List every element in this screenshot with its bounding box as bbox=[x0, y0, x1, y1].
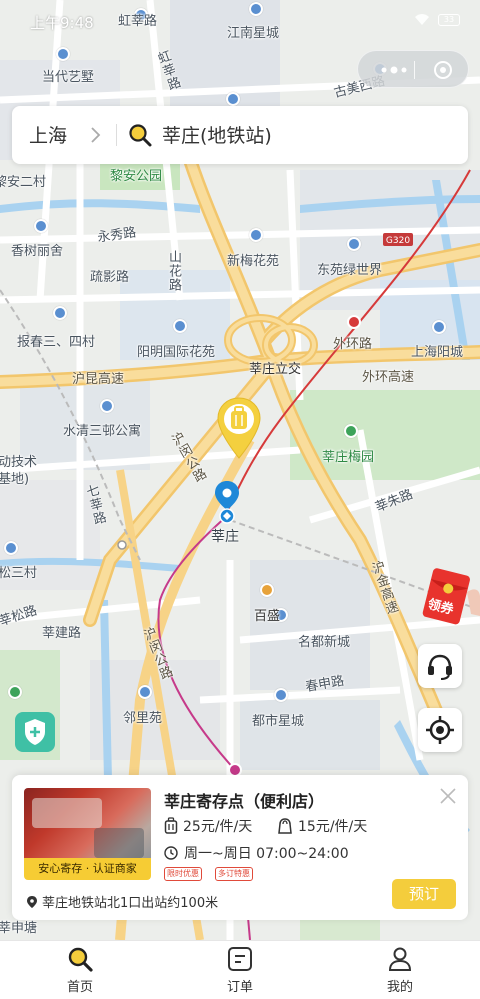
map-label: 上海阳城 bbox=[411, 345, 464, 360]
bag-price: 15元/件/天 bbox=[277, 816, 367, 836]
bag-icon bbox=[278, 818, 292, 834]
location-pin-icon[interactable] bbox=[213, 480, 241, 524]
miniprogram-capsule bbox=[357, 50, 469, 88]
map-label: 山花路 bbox=[166, 250, 181, 292]
status-bar: 上午9:48 33 bbox=[0, 0, 480, 40]
tab-mine[interactable]: 我的 bbox=[320, 941, 480, 999]
safety-button[interactable] bbox=[15, 712, 55, 752]
park-icon bbox=[344, 424, 358, 438]
mall-icon bbox=[260, 583, 274, 597]
store-title: 莘庄寄存点（便利店） bbox=[164, 792, 325, 811]
poi-icon bbox=[100, 399, 114, 413]
close-icon[interactable] bbox=[439, 787, 457, 805]
coupon-button[interactable]: 领券 bbox=[419, 566, 480, 630]
map-label: 都市星城 bbox=[252, 714, 305, 729]
poi-icon bbox=[249, 228, 263, 242]
customer-service-button[interactable] bbox=[418, 644, 462, 688]
store-address-text: 莘庄地铁站北1口出站约100米 bbox=[42, 896, 219, 911]
tab-orders-label: 订单 bbox=[226, 980, 253, 995]
poi-icon bbox=[56, 47, 70, 61]
map-label: 东苑绿世界 bbox=[317, 263, 383, 278]
map-label: 沪昆高速 bbox=[72, 372, 125, 387]
shield-plus-icon bbox=[25, 719, 45, 745]
locate-me-button[interactable] bbox=[418, 708, 462, 752]
tab-orders[interactable]: 订单 bbox=[160, 941, 320, 999]
map-label: 香树丽舍 bbox=[11, 244, 64, 259]
map-label: 疏影路 bbox=[90, 270, 130, 285]
location-icon bbox=[27, 895, 37, 908]
poi-icon bbox=[226, 92, 240, 106]
luggage-price-text: 25元/件/天 bbox=[183, 819, 253, 835]
tab-home[interactable]: 首页 bbox=[0, 941, 160, 999]
search-bar: 上海 bbox=[12, 106, 468, 164]
city-selector[interactable]: 上海 bbox=[29, 121, 67, 148]
poi-icon bbox=[347, 237, 361, 251]
chevron-right-icon[interactable] bbox=[90, 125, 102, 145]
promo-tag: 多订特惠 bbox=[215, 867, 253, 881]
suitcase-icon bbox=[164, 817, 178, 834]
map-label: 报春三、四村 bbox=[17, 335, 96, 350]
storage-point-marker[interactable] bbox=[216, 396, 262, 462]
tab-mine-label: 我的 bbox=[386, 980, 413, 995]
map-label: 邻里苑 bbox=[123, 711, 163, 726]
search-input[interactable] bbox=[162, 119, 452, 149]
order-list-icon bbox=[228, 947, 252, 971]
map-label: 莘庄立交 bbox=[249, 362, 302, 377]
map-label: 名都新城 bbox=[298, 635, 351, 650]
map-label: 水清三邨公寓 bbox=[63, 424, 142, 439]
poi-icon bbox=[138, 685, 152, 699]
poi-icon bbox=[34, 219, 48, 233]
store-address: 莘庄地铁站北1口出站约100米 bbox=[26, 892, 218, 911]
map-label: 莘庄梅园 bbox=[322, 450, 375, 465]
park-icon bbox=[8, 685, 22, 699]
search-icon[interactable] bbox=[127, 122, 153, 148]
map-label: 当代艺墅 bbox=[42, 70, 95, 85]
clock-icon bbox=[164, 846, 178, 860]
poi-icon bbox=[274, 688, 288, 702]
poi-icon bbox=[432, 320, 446, 334]
battery-icon: 33 bbox=[438, 14, 460, 26]
tab-home-label: 首页 bbox=[66, 980, 93, 995]
map-label: 新梅花苑 bbox=[227, 254, 280, 269]
poi-icon bbox=[4, 541, 18, 555]
map-label: 外环高速 bbox=[362, 370, 415, 385]
map-label: 阳明国际花苑 bbox=[137, 345, 216, 360]
luggage-price: 25元/件/天 bbox=[164, 816, 252, 836]
storage-point-card[interactable]: 安心寄存 · 认证商家 莘庄寄存点（便利店） 25元/件/天 15元/件/天 周… bbox=[12, 775, 468, 920]
poi-icon bbox=[173, 319, 187, 333]
svg-text:G320: G320 bbox=[386, 236, 410, 246]
search-icon bbox=[68, 947, 93, 972]
crosshair-icon bbox=[426, 716, 454, 744]
status-time: 上午9:48 bbox=[30, 14, 94, 32]
map-label: 莘建路 bbox=[42, 626, 82, 641]
opening-hours: 周一~周日 07:00~24:00 bbox=[164, 843, 349, 863]
opening-hours-text: 周一~周日 07:00~24:00 bbox=[184, 846, 349, 862]
map-label: 黎安二村 bbox=[0, 175, 47, 190]
headset-icon bbox=[428, 654, 452, 680]
map-label: 黎安公园 bbox=[110, 169, 163, 184]
close-miniprogram-icon[interactable] bbox=[433, 60, 453, 80]
map-label: 基地) bbox=[0, 472, 30, 487]
bag-price-text: 15元/件/天 bbox=[298, 819, 368, 835]
more-icon[interactable] bbox=[376, 61, 412, 79]
promo-tag: 限时优惠 bbox=[164, 867, 202, 881]
map-label: 外环路 bbox=[333, 337, 373, 352]
user-icon bbox=[388, 947, 412, 971]
bottom-tab-bar: 首页 订单 我的 bbox=[0, 940, 480, 999]
poi-icon bbox=[53, 306, 67, 320]
search-divider bbox=[116, 124, 117, 146]
map-label: 松三村 bbox=[0, 566, 38, 581]
map-label: 百盛 bbox=[254, 609, 281, 624]
wifi-icon bbox=[415, 14, 429, 25]
certified-badge: 安心寄存 · 认证商家 bbox=[24, 858, 151, 880]
capsule-divider bbox=[414, 61, 415, 79]
map-label: 莘庄 bbox=[211, 529, 239, 545]
book-button[interactable]: 预订 bbox=[392, 879, 456, 909]
